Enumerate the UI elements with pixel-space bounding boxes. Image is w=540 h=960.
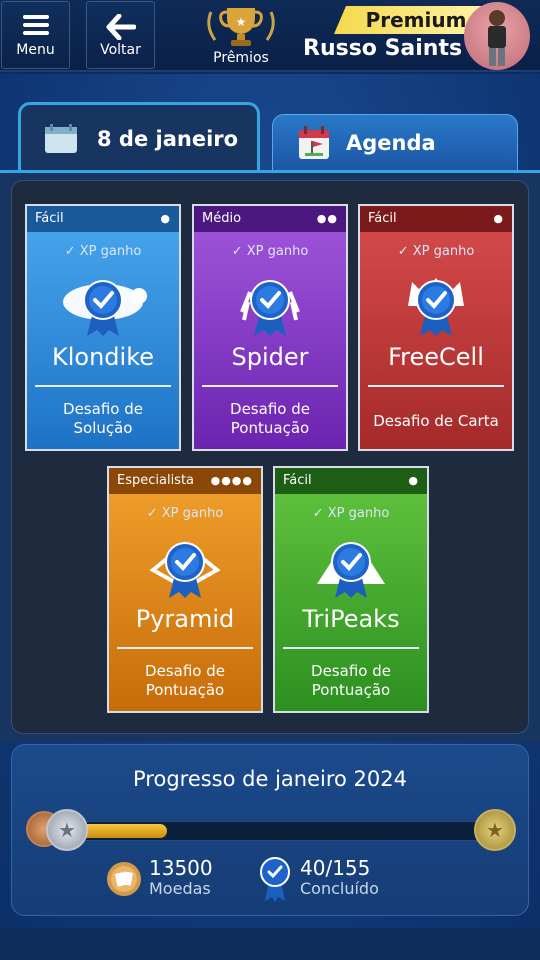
hamburger-icon: [22, 15, 49, 35]
challenge-type: Desafio de Pontuação: [145, 662, 225, 699]
tab-agenda-label: Agenda: [346, 131, 436, 155]
difficulty-dots: ●: [160, 212, 171, 225]
challenge-type: Desafio de Carta: [373, 412, 499, 430]
xp-earned-label: ✓ XP ganho: [231, 244, 309, 259]
username: Russo Saints: [303, 36, 463, 61]
coins-value: 13500: [149, 856, 213, 880]
xp-earned-label: ✓ XP ganho: [64, 244, 142, 259]
premium-badge: Premium: [334, 6, 484, 34]
coin-icon: [107, 862, 141, 896]
card-freecell[interactable]: Fácil ● ✓ XP ganho FreeCell Desafio de C…: [358, 204, 514, 451]
tab-today[interactable]: 8 de janeiro: [18, 102, 260, 174]
difficulty-dots: ●●: [316, 212, 338, 225]
divider: [35, 385, 171, 387]
ribbon-check-icon: [260, 857, 290, 902]
divider: [202, 385, 338, 387]
tab-today-label: 8 de janeiro: [97, 127, 239, 151]
pyramid-badge-icon: [149, 541, 221, 598]
progress-title: Progresso de janeiro 2024: [133, 767, 407, 791]
avatar[interactable]: [464, 2, 530, 70]
game-name: FreeCell: [388, 343, 484, 371]
game-name: Pyramid: [135, 605, 235, 633]
gold-medal-icon: ★: [474, 809, 516, 851]
calendar-flag-icon: [299, 126, 329, 159]
svg-text:★: ★: [236, 15, 247, 29]
divider: [368, 385, 504, 387]
game-name: Klondike: [51, 343, 154, 371]
monthly-progress-panel: Progresso de janeiro 2024 ★ ★ 13500 Moed…: [11, 744, 529, 916]
challenge-type: Desafio de Solução: [63, 400, 143, 437]
challenge-type: Desafio de Pontuação: [230, 400, 310, 437]
game-name: TriPeaks: [302, 605, 400, 633]
awards-button[interactable]: ★ Prêmios: [200, 4, 282, 68]
calendar-icon: [45, 124, 77, 153]
menu-button[interactable]: Menu: [1, 1, 70, 69]
spider-badge-icon: [240, 280, 300, 336]
card-pyramid[interactable]: Especialista ●●●● ✓ XP ganho Pyramid Des…: [107, 466, 263, 713]
top-bar: Menu Voltar ★ Prêmios Premium Russo Sain…: [0, 0, 540, 72]
difficulty-dots: ●: [408, 474, 419, 487]
card-tripeaks[interactable]: Fácil ● ✓ XP ganho TriPeaks Desafio de Po…: [273, 466, 429, 713]
menu-label: Menu: [16, 42, 55, 58]
bottom-strip: [0, 928, 540, 960]
difficulty-label: Fácil: [360, 206, 512, 232]
difficulty-label: Fácil: [27, 206, 179, 232]
card-klondike[interactable]: Fácil ● ✓ XP ganho Klondike Desafio de So…: [25, 204, 181, 451]
polar-bear-badge-icon: [63, 280, 147, 336]
divider: [283, 647, 419, 649]
challenge-type: Desafio de Pontuação: [311, 662, 391, 699]
peaks-badge-icon: [317, 542, 385, 598]
coins-label: Moedas: [149, 879, 211, 898]
completed-label: Concluído: [300, 879, 379, 898]
silver-medal-icon: ★: [46, 809, 88, 851]
xp-earned-label: ✓ XP ganho: [146, 506, 224, 521]
game-name: Spider: [231, 343, 309, 371]
arrow-left-icon: [106, 14, 136, 40]
completed-value: 40/155: [300, 856, 371, 880]
awards-label: Prêmios: [213, 50, 269, 66]
difficulty-dots: ●●●●: [210, 474, 253, 487]
back-label: Voltar: [100, 42, 141, 58]
avatar-figure: [488, 10, 506, 66]
card-spider[interactable]: Médio ●● ✓ XP ganho Spider Desafio de Pon…: [192, 204, 348, 451]
divider: [117, 647, 253, 649]
tab-agenda[interactable]: Agenda: [272, 114, 518, 172]
progress-track: [52, 821, 492, 841]
xp-earned-label: ✓ XP ganho: [397, 244, 475, 259]
difficulty-label: Fácil: [275, 468, 427, 494]
crown-badge-icon: [408, 278, 464, 336]
trophy-icon: ★: [207, 8, 275, 46]
back-button[interactable]: Voltar: [86, 1, 155, 69]
difficulty-dots: ●: [493, 212, 504, 225]
xp-earned-label: ✓ XP ganho: [312, 506, 390, 521]
